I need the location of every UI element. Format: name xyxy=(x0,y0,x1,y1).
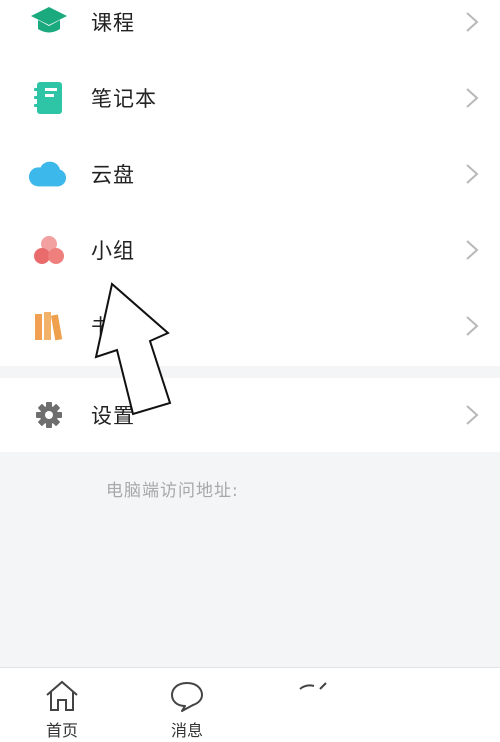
tab-home[interactable]: 首页 xyxy=(22,668,102,742)
menu-item-label: 课程 xyxy=(91,11,135,35)
tab-label: 消息 xyxy=(170,721,203,740)
group-icon xyxy=(29,230,69,270)
chevron-right-icon xyxy=(466,164,479,184)
menu-item-group[interactable]: 小组 xyxy=(0,212,500,288)
menu-item-label: 笔记本 xyxy=(91,87,157,111)
menu-item-label: 设置 xyxy=(91,404,135,428)
menu-item-cloud-drive[interactable]: 云盘 xyxy=(0,136,500,212)
menu-item-label: 云盘 xyxy=(91,163,135,187)
pc-access-address-label: 电脑端访问地址: xyxy=(106,481,239,501)
graduation-cap-icon xyxy=(29,2,69,42)
tab-messages[interactable]: 消息 xyxy=(147,668,227,742)
menu-item-courses[interactable]: 课程 xyxy=(0,0,500,60)
bookshelf-icon xyxy=(29,306,69,346)
menu-item-label: 书架 xyxy=(91,315,135,339)
home-icon xyxy=(44,680,80,716)
cloud-icon xyxy=(27,154,67,194)
chevron-right-icon xyxy=(466,405,479,425)
chevron-right-icon xyxy=(466,88,479,108)
chat-bubble-icon xyxy=(169,680,205,716)
menu-item-label: 小组 xyxy=(91,239,135,263)
chevron-right-icon xyxy=(466,12,479,32)
menu-item-bookshelf[interactable]: 书架 xyxy=(0,288,500,364)
menu-item-settings[interactable]: 设置 xyxy=(0,377,500,453)
chevron-right-icon xyxy=(466,240,479,260)
tab-label: 首页 xyxy=(45,721,78,740)
chevron-right-icon xyxy=(466,316,479,336)
tab-partial[interactable] xyxy=(272,668,352,742)
bottom-tab-bar: 首页 消息 xyxy=(0,667,500,742)
notebook-icon xyxy=(29,78,69,118)
gear-icon xyxy=(29,395,69,435)
menu-item-notebook[interactable]: 笔记本 xyxy=(0,60,500,136)
partial-icon xyxy=(294,680,330,699)
